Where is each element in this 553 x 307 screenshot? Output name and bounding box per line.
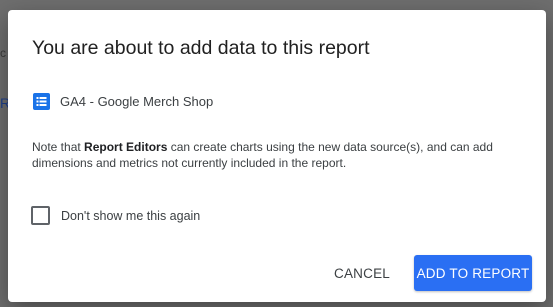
dont-show-again-row[interactable]: Don't show me this again	[31, 206, 200, 225]
note-emphasis: Report Editors	[84, 140, 168, 154]
note-prefix: Note that	[32, 140, 85, 154]
add-to-report-button[interactable]: ADD TO REPORT	[414, 255, 532, 291]
data-source-list-icon	[33, 92, 50, 110]
dialog-title: You are about to add data to this report	[32, 37, 370, 59]
dont-show-again-label[interactable]: Don't show me this again	[61, 209, 200, 223]
data-source-row: GA4 - Google Merch Shop	[33, 92, 213, 110]
add-data-dialog: You are about to add data to this report…	[8, 10, 546, 302]
editors-note: Note that Report Editors can create char…	[32, 140, 532, 171]
dont-show-again-checkbox[interactable]	[31, 206, 50, 225]
cancel-button[interactable]: CANCEL	[327, 255, 397, 291]
data-source-name: GA4 - Google Merch Shop	[60, 93, 214, 109]
background-text-fragment: c	[0, 46, 6, 60]
